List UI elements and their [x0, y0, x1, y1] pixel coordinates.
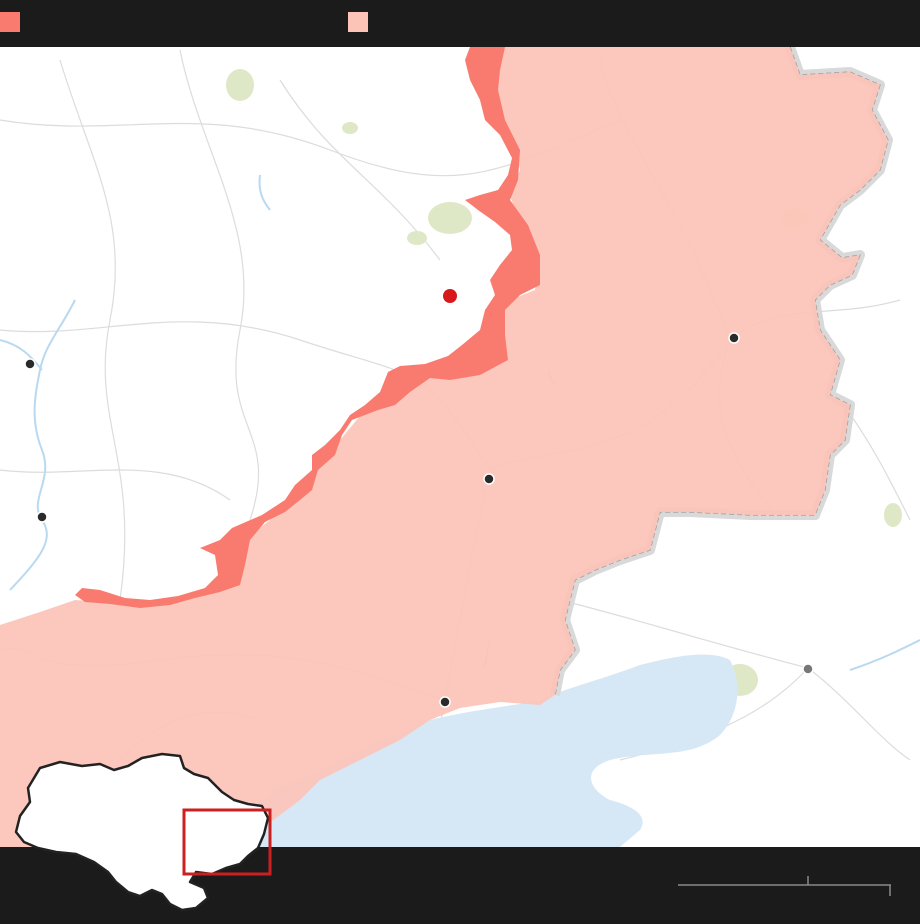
- city-dot[interactable]: [36, 511, 48, 523]
- map-svg[interactable]: [0, 47, 920, 847]
- legend-bar: [0, 0, 920, 47]
- map-area[interactable]: [0, 47, 920, 847]
- city-dot-foreign[interactable]: [802, 663, 814, 675]
- inset-map: [12, 748, 274, 920]
- city-dot[interactable]: [483, 473, 495, 485]
- scale-bar: [678, 874, 891, 896]
- city-dot[interactable]: [439, 696, 451, 708]
- legend-swatch-frontline: [0, 12, 20, 32]
- ukraine-outline-icon: [14, 752, 272, 912]
- city-dot[interactable]: [24, 358, 36, 370]
- legend-swatch-occupied: [348, 12, 368, 32]
- city-dot[interactable]: [728, 332, 740, 344]
- highlight-location-dot[interactable]: [443, 289, 457, 303]
